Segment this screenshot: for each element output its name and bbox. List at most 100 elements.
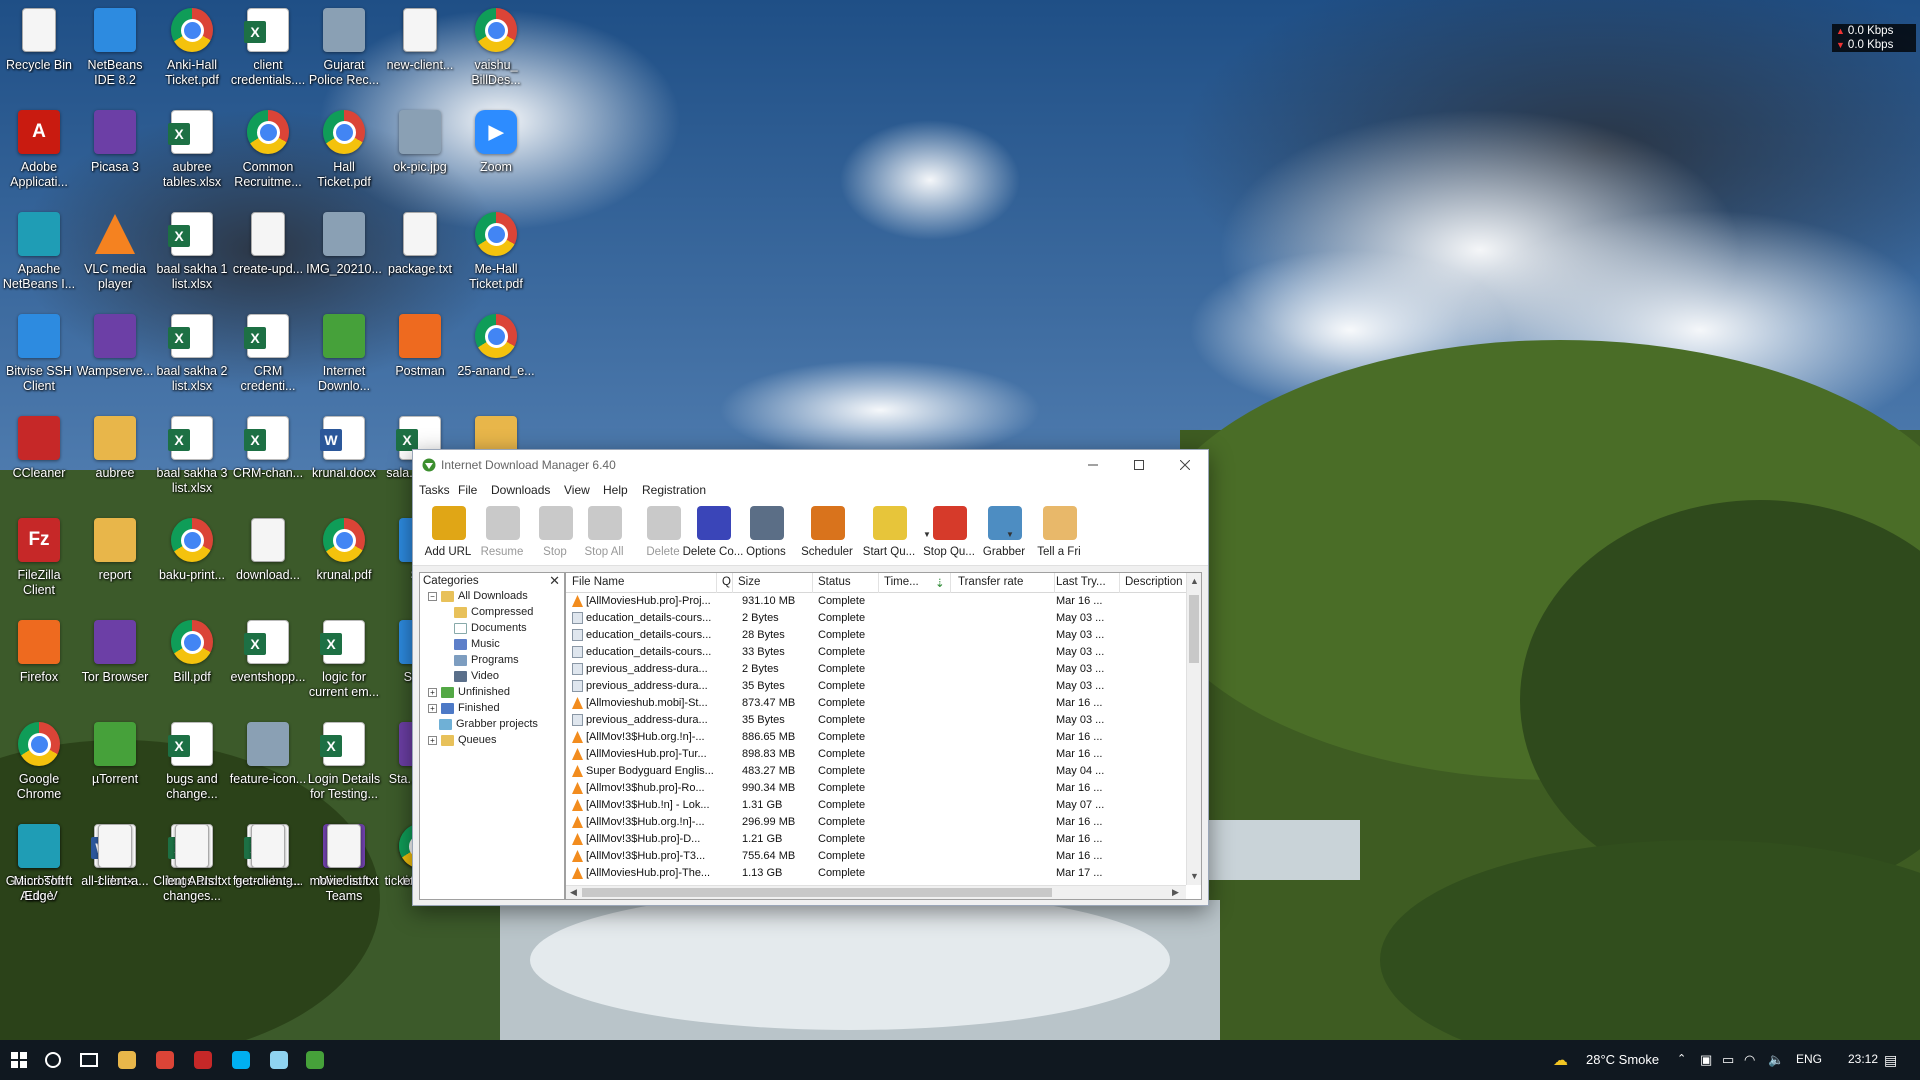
- desktop-icon[interactable]: get-client-...: [229, 820, 307, 920]
- desktop-icon[interactable]: Hall Ticket.pdf: [305, 106, 383, 206]
- horizontal-scrollbar[interactable]: ◀ ▶: [566, 885, 1186, 899]
- desktop-icon[interactable]: eventshopp...: [229, 616, 307, 716]
- scroll-right-icon[interactable]: ▶: [1172, 887, 1179, 898]
- table-row[interactable]: [AllMov!3$Hub.pro]-T3... 755.64 MB Complet…: [566, 848, 1186, 865]
- scroll-left-icon[interactable]: ◀: [570, 887, 577, 898]
- notifications-icon[interactable]: ▤: [1884, 1052, 1897, 1069]
- table-row[interactable]: education_details-cours... 28 Bytes Comple…: [566, 627, 1186, 644]
- desktop-icon[interactable]: CRM credenti...: [229, 310, 307, 410]
- column-separator[interactable]: [812, 573, 813, 593]
- desktop-icon[interactable]: Anki-Hall Ticket.pdf: [153, 4, 231, 104]
- desktop-icon[interactable]: Firefox: [0, 616, 78, 716]
- col-last-try[interactable]: Last Try...: [1056, 576, 1106, 588]
- desktop-icon[interactable]: Common Recruitme...: [229, 106, 307, 206]
- table-row[interactable]: [AllMov!3$Hub.pro]-D... 1.21 GB Complete Ma…: [566, 831, 1186, 848]
- desktop-icon[interactable]: Wampserve...: [76, 310, 154, 410]
- col-status[interactable]: Status: [818, 576, 851, 588]
- desktop-icon[interactable]: logic for current em...: [305, 616, 383, 716]
- battery-icon[interactable]: ▭: [1722, 1052, 1734, 1068]
- desktop-icon[interactable]: krunal.docx: [305, 412, 383, 512]
- table-row[interactable]: [AllMov!3$Hub.org.!n]-... 296.99 MB Comple…: [566, 814, 1186, 831]
- table-row[interactable]: previous_address-dura... 2 Bytes Complete M…: [566, 661, 1186, 678]
- desktop-icon[interactable]: Tor Browser: [76, 616, 154, 716]
- col-transfer-rate[interactable]: Transfer rate: [958, 576, 1023, 588]
- expand-icon[interactable]: +: [428, 735, 437, 745]
- category-compressed[interactable]: Compressed: [454, 605, 533, 620]
- menu-downloads[interactable]: Downloads: [491, 483, 550, 497]
- category-documents[interactable]: Documents: [454, 621, 527, 636]
- desktop-icon[interactable]: package.txt: [381, 208, 459, 308]
- taskbar-notepad[interactable]: [260, 1040, 298, 1080]
- table-row[interactable]: [AllMoviesHub.pro]-Tur... 898.83 MB Comple…: [566, 746, 1186, 763]
- desktop-icon[interactable]: Recycle Bin: [0, 4, 78, 104]
- table-row[interactable]: education_details-cours... 2 Bytes Complet…: [566, 610, 1186, 627]
- category-finished[interactable]: + Finished: [428, 701, 500, 716]
- desktop-icon[interactable]: A Adobe Applicati...: [0, 106, 78, 206]
- column-separator[interactable]: [878, 573, 879, 593]
- table-row[interactable]: previous_address-dura... 35 Bytes Complete…: [566, 678, 1186, 695]
- column-separator[interactable]: [1054, 573, 1055, 593]
- taskbar-filezilla[interactable]: [184, 1040, 222, 1080]
- desktop-icon[interactable]: IMG_20210...: [305, 208, 383, 308]
- col-time-left[interactable]: Time...: [884, 576, 919, 588]
- toolbar-button-scheduler-clock[interactable]: Scheduler: [796, 502, 858, 562]
- sort-direction-icon[interactable]: ⇣: [935, 576, 945, 590]
- vertical-scroll-thumb[interactable]: [1189, 595, 1199, 663]
- table-row[interactable]: [Allmovieshub.mobi]-St... 873.47 MB Comple…: [566, 695, 1186, 712]
- desktop-icon[interactable]: baku-print...: [153, 514, 231, 614]
- table-row[interactable]: education_details-cours... 33 Bytes Comple…: [566, 644, 1186, 661]
- desktop-icon[interactable]: new-client...: [381, 4, 459, 104]
- desktop-icon[interactable]: create-upd...: [229, 208, 307, 308]
- weather-icon[interactable]: ☁: [1553, 1051, 1568, 1069]
- column-separator[interactable]: [732, 573, 733, 593]
- table-row[interactable]: Super Bodyguard Englis... 483.27 MB Comple…: [566, 763, 1186, 780]
- column-separator[interactable]: [1119, 573, 1120, 593]
- start-queue-dropdown-icon[interactable]: ▼: [923, 530, 931, 539]
- vertical-scrollbar[interactable]: ▲ ▼: [1186, 573, 1201, 885]
- desktop-icon[interactable]: CCleaner: [0, 412, 78, 512]
- desktop-icon[interactable]: all-client-a...: [76, 820, 154, 920]
- menu-registration[interactable]: Registration: [642, 483, 706, 497]
- column-separator[interactable]: [716, 573, 717, 593]
- show-hidden-icons-chevron-icon[interactable]: ⌃: [1677, 1052, 1686, 1065]
- table-row[interactable]: [AllMoviesHub.pro]-The... 1.13 GB Complete…: [566, 865, 1186, 882]
- language-indicator[interactable]: ENG: [1796, 1052, 1822, 1066]
- desktop-icon[interactable]: Fz FileZilla Client: [0, 514, 78, 614]
- desktop-icon[interactable]: aubree: [76, 412, 154, 512]
- title-bar[interactable]: Internet Download Manager 6.40: [413, 450, 1208, 480]
- menu-tasks[interactable]: Tasks: [419, 483, 450, 497]
- close-button[interactable]: [1162, 450, 1208, 480]
- desktop-icon[interactable]: vaishu_ BillDes...: [457, 4, 535, 104]
- menu-file[interactable]: File: [458, 483, 477, 497]
- desktop-icon[interactable]: bugs and change...: [153, 718, 231, 818]
- scroll-down-icon[interactable]: ▼: [1190, 871, 1199, 881]
- menu-view[interactable]: View: [564, 483, 590, 497]
- table-row[interactable]: [AllMoviesHub.pro]-Proj... 931.10 MB Compl…: [566, 593, 1186, 610]
- category-unfinished[interactable]: + Unfinished: [428, 685, 510, 700]
- maximize-button[interactable]: [1116, 450, 1162, 480]
- clock[interactable]: 23:12: [1848, 1052, 1878, 1066]
- desktop-icon[interactable]: Gujarat Police Rec...: [305, 4, 383, 104]
- category-programs[interactable]: Programs: [454, 653, 519, 668]
- taskbar-file-explorer[interactable]: [108, 1040, 146, 1080]
- menu-help[interactable]: Help: [603, 483, 628, 497]
- desktop-icon[interactable]: baal sakha 2 list.xlsx: [153, 310, 231, 410]
- desktop-icon[interactable]: report: [76, 514, 154, 614]
- desktop-icon[interactable]: krunal.pdf: [305, 514, 383, 614]
- desktop-icon[interactable]: feature-icon...: [229, 718, 307, 818]
- task-view-button[interactable]: [70, 1040, 108, 1080]
- weather-text[interactable]: 28°C Smoke: [1586, 1052, 1659, 1067]
- categories-close-icon[interactable]: ✕: [549, 573, 560, 589]
- horizontal-scroll-thumb[interactable]: [582, 888, 1052, 897]
- desktop-icon[interactable]: Picasa 3: [76, 106, 154, 206]
- column-separator[interactable]: [950, 573, 951, 593]
- desktop-icon[interactable]: Login Details for Testing...: [305, 718, 383, 818]
- tray-meet-icon[interactable]: ▣: [1700, 1052, 1712, 1068]
- category-all-downloads[interactable]: − All Downloads: [428, 589, 528, 604]
- start-button[interactable]: [0, 1040, 38, 1080]
- table-row[interactable]: [AllMov!3$Hub.!n] - Lok... 1.31 GB Complet…: [566, 797, 1186, 814]
- col-size[interactable]: Size: [738, 576, 760, 588]
- taskbar-chrome[interactable]: [146, 1040, 184, 1080]
- desktop-icon[interactable]: download...: [229, 514, 307, 614]
- toolbar-button-tell-friend[interactable]: Tell a Fri: [1028, 502, 1090, 562]
